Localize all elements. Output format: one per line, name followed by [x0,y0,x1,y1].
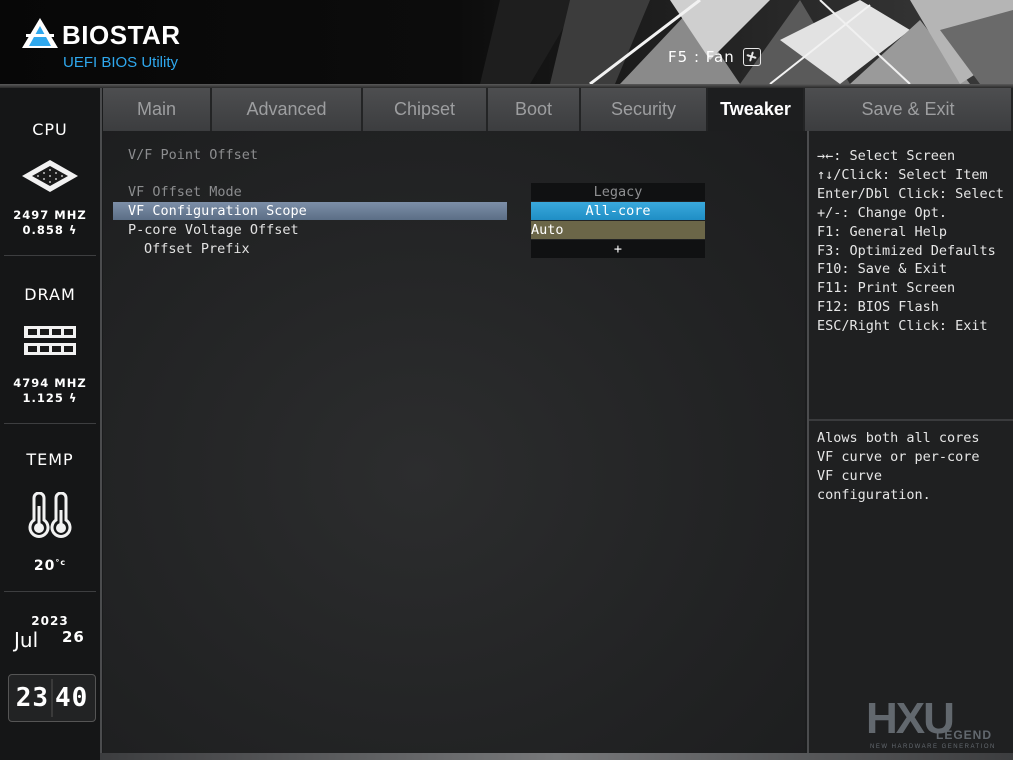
temperature-value: 20 [33,558,56,574]
header-bar: BIOSTAR UEFI BIOS Utility F5 : Fan [0,0,1013,84]
status-panel: CPU 2497 MHZ 0.858 ϟ DRAM 4794 MHZ 1.125… [0,88,102,760]
description-line: Alows both all cores [817,430,980,446]
memory-module-icon [24,326,76,355]
fan-shortcut-label: F5 : Fan [668,48,735,66]
key-help-item: F10: Save & Exit [817,261,948,278]
system-clock[interactable]: 23 40 [8,674,96,722]
tab-boot[interactable]: Boot [488,88,581,131]
dram-frequency: 4794 MHZ [13,376,87,390]
bottom-strip [100,753,1013,760]
settings-panel: V/F Point Offset VF Offset Mode VF Confi… [103,131,805,753]
cpu-chip-icon [22,160,78,192]
tab-tweaker[interactable]: Tweaker [708,88,805,131]
description-line: VF curve or per-core [817,448,980,465]
setting-offset-prefix[interactable]: Offset Prefix [144,241,250,257]
dram-voltage: 1.125 ϟ [0,391,100,405]
tab-save-exit[interactable]: Save & Exit [805,88,1013,131]
key-help-item: F1: General Help [817,223,948,240]
tab-advanced[interactable]: Advanced [212,88,363,131]
temp-title: TEMP [26,450,74,469]
key-help-item: ↑↓/Click: Select Item [817,166,988,183]
cpu-frequency: 2497 MHZ [13,208,87,222]
date-day: 26 [62,628,85,646]
popup-option-plus[interactable]: + [531,240,705,258]
bolt-icon: ϟ [63,391,78,405]
help-panel: →←: Select Screen ↑↓/Click: Select Item … [807,131,1013,753]
degree-celsius-icon: °c [55,558,67,567]
key-help-item: F11: Print Screen [817,280,956,297]
help-divider [809,419,1013,421]
divider [4,591,96,592]
key-help-item: F3: Optimized Defaults [817,242,996,259]
watermark-word: LEGEND [936,728,993,742]
setting-vf-configuration-scope[interactable]: VF Configuration Scope [113,202,507,220]
cpu-voltage-value: 0.858 [22,223,64,237]
section-title: V/F Point Offset [128,147,259,163]
key-help-item: →←: Select Screen [817,148,956,164]
key-help-item: Enter/Dbl Click: Select [817,185,1004,202]
watermark-logo: HXU LEGEND NEW HARDWARE GENERATION [866,694,1008,752]
date-month: Jul [14,628,39,652]
clock-minutes: 40 [55,683,89,713]
key-help-item: F12: BIOS Flash [817,299,939,316]
tab-main[interactable]: Main [103,88,212,131]
cpu-title: CPU [32,120,68,139]
biostar-logo: BIOSTAR UEFI BIOS Utility [20,14,210,74]
setting-vf-offset-mode[interactable]: VF Offset Mode [128,184,242,200]
bios-subtitle: UEFI BIOS Utility [63,54,179,71]
fan-shortcut[interactable]: F5 : Fan [668,46,761,68]
tab-chipset[interactable]: Chipset [363,88,488,131]
divider [4,423,96,424]
setting-p-core-voltage-offset[interactable]: P-core Voltage Offset [128,222,299,238]
clock-divider [51,679,53,717]
tab-bar: Main Advanced Chipset Boot Security Twea… [103,88,1013,131]
setting-label: VF Configuration Scope [128,203,307,219]
temperature: 20°c [0,558,100,574]
bolt-icon: ϟ [63,223,78,237]
popup-option-all-core[interactable]: All-core [531,202,705,220]
date-year: 2023 [31,614,69,628]
dram-title: DRAM [24,285,76,304]
fan-icon [742,48,761,66]
key-help-list: →←: Select Screen ↑↓/Click: Select Item … [817,147,1004,336]
cpu-voltage: 0.858 ϟ [0,223,100,237]
description-line: configuration. [817,486,931,503]
description-line: VF curve [817,467,883,484]
key-help-item: ESC/Right Click: Exit [817,318,988,335]
clock-hours: 23 [15,683,49,713]
item-description: Alows both all cores VF curve or per-cor… [817,429,980,505]
biostar-logo-icon [22,18,58,48]
dram-voltage-value: 1.125 [22,391,64,405]
tab-security[interactable]: Security [581,88,708,131]
popup-option-legacy[interactable]: Legacy [531,183,705,201]
popup-option-auto[interactable]: Auto [531,221,705,239]
header-decoration [480,0,1013,84]
divider [4,255,96,256]
brand-name: BIOSTAR [62,20,181,50]
watermark-tagline: NEW HARDWARE GENERATION [870,744,996,750]
thermometer-icon [28,492,72,538]
key-help-item: +/-: Change Opt. [817,204,948,221]
